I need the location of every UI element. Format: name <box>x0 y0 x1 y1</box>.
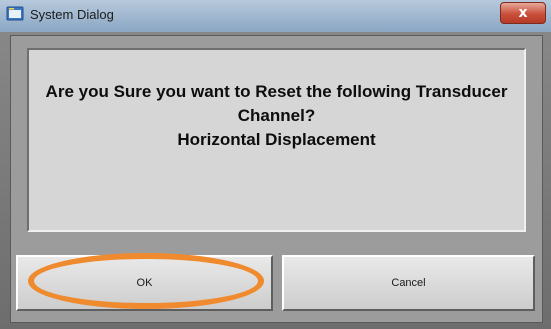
close-icon: x <box>518 5 528 21</box>
window-title: System Dialog <box>30 7 114 22</box>
system-dialog-window: System Dialog x Are you Sure you want to… <box>0 0 551 329</box>
app-window-icon <box>6 5 24 23</box>
title-bar[interactable]: System Dialog x <box>0 0 551 32</box>
ok-button[interactable]: OK <box>16 255 273 311</box>
dialog-body: Are you Sure you want to Reset the follo… <box>10 35 543 323</box>
ok-button-label: OK <box>136 277 153 289</box>
message-panel: Are you Sure you want to Reset the follo… <box>27 48 526 232</box>
cancel-button[interactable]: Cancel <box>282 255 535 311</box>
message-line-2: Channel? <box>237 106 316 125</box>
message-line-3: Horizontal Displacement <box>177 130 376 149</box>
confirmation-message: Are you Sure you want to Reset the follo… <box>29 80 524 152</box>
message-line-1: Are you Sure you want to Reset the follo… <box>45 82 508 101</box>
close-button[interactable]: x <box>500 2 546 24</box>
cancel-button-label: Cancel <box>391 277 426 289</box>
